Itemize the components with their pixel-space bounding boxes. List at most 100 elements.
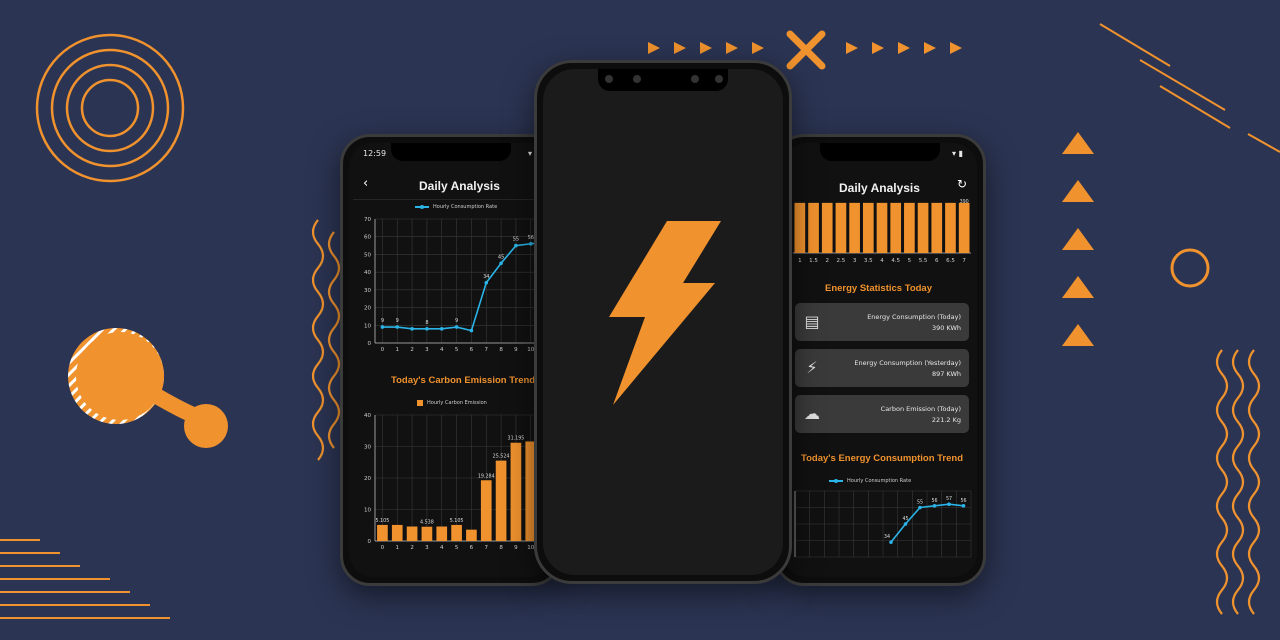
status-time: 12:59 <box>363 149 387 158</box>
y-tick-label: 70 <box>364 217 371 223</box>
y-tick-label: 10 <box>364 508 371 514</box>
x-tick-label: 9 <box>514 545 518 551</box>
bar <box>945 202 956 253</box>
data-label: 57 <box>946 496 952 502</box>
x-tick-label: 5 <box>455 347 459 353</box>
data-label: 55 <box>917 500 923 506</box>
lightning-bolt-icon <box>609 221 721 405</box>
data-label: 34 <box>884 534 890 540</box>
data-label: 56 <box>931 498 937 504</box>
data-point <box>410 327 414 331</box>
energy-trend-line-chart: 34 45 55 56 57 56 <box>794 490 972 558</box>
x-tick-label: 6 <box>470 545 474 551</box>
x-tick-label: 7 <box>485 347 489 353</box>
bar <box>890 202 902 253</box>
data-label: 25.524 <box>493 454 510 460</box>
stat-card-today[interactable]: ▤ Energy Consumption (Today) 390 KWh <box>795 303 969 341</box>
y-tick-label: 0 <box>368 539 372 545</box>
trend-title: Today's Energy Consumption Trend <box>801 453 964 464</box>
bar <box>835 202 847 253</box>
line-chart-legend: Hourly Consumption Rate <box>415 204 497 210</box>
data-point <box>961 504 966 508</box>
x-tick-label: 8 <box>499 545 503 551</box>
data-label: 9 <box>396 318 399 324</box>
x-tick-label: 0 <box>381 545 385 551</box>
data-point <box>454 325 459 329</box>
data-label: 56 <box>960 498 966 504</box>
bar <box>480 480 492 541</box>
data-label: 5.105 <box>376 518 390 524</box>
bar <box>406 526 418 541</box>
data-point <box>528 242 533 246</box>
left-phone-screen: 12:59 ▾ ▮ ‹ Daily Analysis Hourly Consum… <box>349 143 553 577</box>
x-tick-label: 3.5 <box>864 258 873 264</box>
phone-notch <box>391 143 511 161</box>
x-tick-label: 6 <box>470 347 474 353</box>
back-chevron-icon[interactable]: ‹ <box>363 176 368 191</box>
data-point <box>889 540 893 544</box>
trend-legend: Hourly Consumption Rate <box>829 478 911 484</box>
data-point <box>514 243 518 248</box>
x-tick-label: 1.5 <box>809 258 818 264</box>
ring-icon <box>1170 248 1210 288</box>
data-point <box>425 327 429 331</box>
left-phone: 12:59 ▾ ▮ ‹ Daily Analysis Hourly Consum… <box>340 134 562 586</box>
data-label: 31.195 <box>508 436 525 442</box>
x-tick-label: 4 <box>440 545 444 551</box>
y-tick-label: 0 <box>368 341 372 347</box>
bar <box>821 202 833 253</box>
y-tick-label: 20 <box>364 306 371 312</box>
x-tick-label: 2 <box>825 258 829 264</box>
bar <box>849 202 860 253</box>
data-point <box>439 327 444 331</box>
x-tick-label: 1 <box>798 258 802 264</box>
phone-notch <box>820 143 940 161</box>
data-point <box>484 280 489 285</box>
bar <box>862 202 874 253</box>
data-point <box>499 261 503 266</box>
y-tick-label: 40 <box>364 413 371 419</box>
bar-chart-legend: Hourly Carbon Emission <box>417 400 487 406</box>
right-phone-screen: ▾ ▮ Daily Analysis ↻ 1 1.5 2 2.5 3 3.5 4 4.5 5 5.… <box>783 143 977 577</box>
bar <box>436 526 448 541</box>
x-tick-label: 5 <box>908 258 912 264</box>
data-point <box>469 328 474 333</box>
center-phone-screen <box>543 69 783 575</box>
stat-card-carbon[interactable]: ☁ Carbon Emission (Today) 221.2 Kg <box>795 395 969 433</box>
y-tick-label: 30 <box>364 445 371 451</box>
y-tick-label: 30 <box>364 288 371 294</box>
bar <box>510 442 522 541</box>
x-tick-label: 1 <box>396 347 400 353</box>
bar <box>391 524 403 541</box>
data-label: 9 <box>455 318 458 324</box>
x-tick-label: 4 <box>440 347 444 353</box>
data-point <box>932 504 937 508</box>
bar <box>495 460 507 541</box>
x-tick-label: 4.5 <box>891 258 900 264</box>
bar <box>421 526 433 541</box>
data-point <box>395 325 400 329</box>
data-point <box>380 325 385 329</box>
data-label: 19.284 <box>478 473 495 479</box>
x-tick-label: 7 <box>485 545 489 551</box>
x-tick-label: 7 <box>962 258 966 264</box>
bar <box>931 202 943 253</box>
stats-title: Energy Statistics Today <box>825 283 932 294</box>
stat-card-yesterday[interactable]: ⚡ Energy Consumption (Yesterday) 897 KWh <box>795 349 969 387</box>
x-tick-label: 2 <box>410 545 414 551</box>
y-tick-label: 10 <box>364 323 371 329</box>
energy-bar-chart: 1 1.5 2 2.5 3 3.5 4 4.5 5 5.5 6 6.5 7 390 <box>793 199 971 264</box>
x-tick-label: 3 <box>425 545 429 551</box>
x-tick-label: 8 <box>499 347 503 353</box>
y-tick-label: 50 <box>364 252 371 258</box>
energy-icon: ⚡ <box>806 358 818 377</box>
y-tick-label: 60 <box>364 235 371 241</box>
refresh-icon[interactable]: ↻ <box>957 177 967 191</box>
x-tick-label: 1 <box>396 545 400 551</box>
x-tick-label: 4 <box>880 258 884 264</box>
page-title: Daily Analysis <box>419 179 500 193</box>
data-label: 5.105 <box>450 518 464 524</box>
y-tick-label: 40 <box>364 270 371 276</box>
y-tick-label: 20 <box>364 476 371 482</box>
data-label: 390 <box>960 199 969 205</box>
